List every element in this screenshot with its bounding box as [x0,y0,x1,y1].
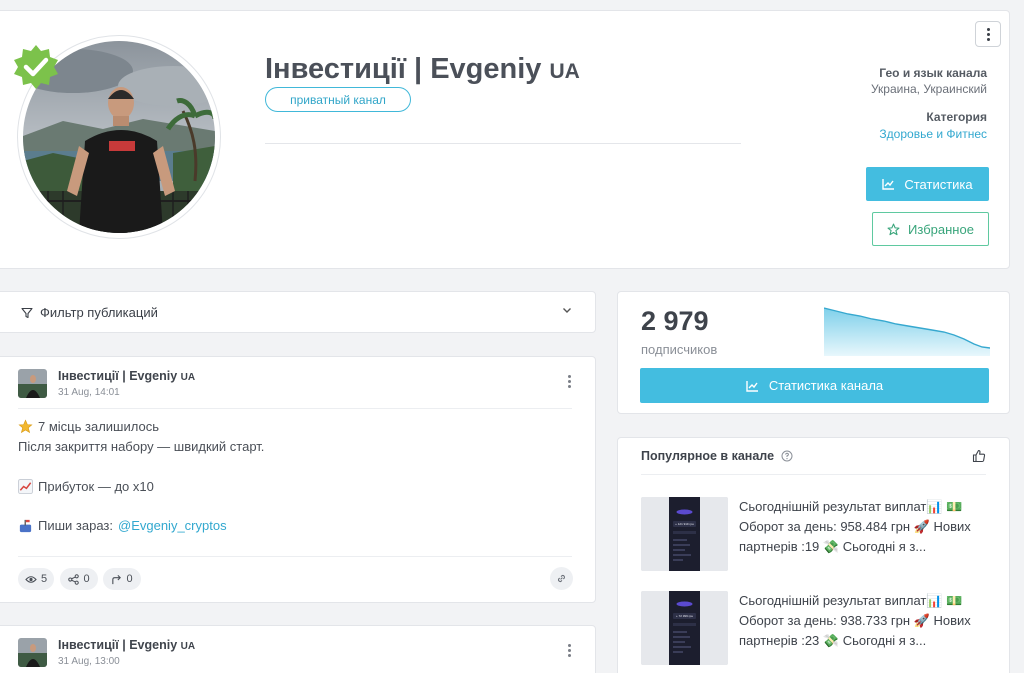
filter-icon [21,307,33,318]
popular-post-item[interactable]: + 121 919 грн Сьогоднішній результат вип… [641,497,991,571]
statistics-button-label: Статистика [904,176,973,192]
post-author-name[interactable]: Інвестиції | Evgeniy UA [58,638,195,652]
chevron-down-icon[interactable] [561,304,573,316]
popular-title: Популярное в канале [641,449,793,463]
channel-title-suffix: UA [549,60,580,83]
channel-statistics-button[interactable]: Статистика канала [640,368,989,403]
statistics-button[interactable]: Статистика [866,167,989,201]
post-card: Інвестиції | Evgeniy UA 31 Aug, 13:00 [0,625,596,673]
subscriber-count: 2 979 [641,306,709,336]
copy-link-button[interactable] [550,567,573,590]
category-label: Категория [926,110,987,124]
divider [641,474,986,475]
popular-post-text: Сьогоднішній результат виплат📊 💵 Оборот … [739,499,971,554]
verified-badge-icon [12,43,60,91]
star-icon [887,223,900,235]
post-author-suffix: UA [180,641,196,652]
share-icon [68,573,80,585]
popular-post-thumbnail: + 72 399 грн [641,591,728,665]
channel-menu-button[interactable] [975,21,1001,47]
chart-increasing-emoji-icon [18,479,33,494]
channel-header-card: Інвестиції | Evgeniy UA приватный канал … [0,10,1010,269]
channel-statistics-label: Статистика канала [768,378,884,393]
forwards-count[interactable]: 0 [103,568,141,590]
channel-title: Інвестиції | Evgeniy UA [265,53,580,85]
line-chart-icon [882,179,895,190]
post-date: 31 Aug, 13:00 [58,656,120,667]
thumbnail-amount: + 72 399 грн [675,614,693,618]
link-icon [557,574,566,583]
favorite-button-label: Избранное [908,221,974,237]
post-line: Після закриття набору — швидкий старт. [18,439,265,454]
thumbnail-amount: + 121 919 грн [675,522,694,526]
post-date: 31 Aug, 14:01 [58,387,120,398]
private-channel-badge: приватный канал [265,87,411,112]
subscribers-card: 2 979 подписчиков Статистика канала [617,291,1010,414]
post-author-avatar [18,369,47,398]
divider [265,143,741,144]
popular-post-item[interactable]: + 72 399 грн Сьогоднішній результат випл… [641,591,991,665]
post-author-name[interactable]: Інвестиції | Evgeniy UA [58,369,195,383]
post-author-suffix: UA [180,372,196,383]
favorite-button[interactable]: Избранное [872,212,989,246]
eye-icon [25,575,37,583]
post-mention-link[interactable]: @Evgeniy_cryptos [118,518,227,533]
post-card: Інвестиції | Evgeniy UA 31 Aug, 14:01 7 … [0,356,596,603]
filter-toggle[interactable]: Фильтр публикаций [21,305,158,320]
mailbox-emoji-icon [19,519,32,533]
popular-post-thumbnail: + 121 919 грн [641,497,728,571]
subscriber-sparkline [824,307,990,356]
line-chart-icon [746,380,758,392]
thumbs-up-icon[interactable] [972,449,986,463]
post-line: 7 місць залишилось [18,419,159,434]
shares-count[interactable]: 0 [60,568,98,590]
post-menu-icon[interactable] [568,644,571,657]
category-link[interactable]: Здоровье и Фитнес [879,127,987,141]
post-menu-icon[interactable] [568,375,571,388]
geo-value: Украина, Украинский [870,82,987,96]
popular-posts-card: Популярное в канале + 121 919 грн Сьогод… [617,437,1010,673]
more-vertical-icon [986,27,990,41]
star-emoji-icon [18,419,33,434]
forward-arrow-icon [112,574,122,584]
post-author-avatar [18,638,47,667]
divider [18,556,572,557]
post-line: Пиши зараз: @Evgeniy_cryptos [18,518,227,533]
publication-filter[interactable]: Фильтр публикаций [0,291,596,333]
post-line: Прибуток — до x10 [18,479,154,494]
popular-post-text: Сьогоднішній результат виплат📊 💵 Оборот … [739,593,971,648]
subscriber-label: подписчиков [641,342,718,357]
divider [18,408,572,409]
geo-label: Гео и язык канала [879,66,987,80]
filter-label: Фильтр публикаций [40,305,158,320]
help-icon[interactable] [781,450,793,462]
views-count: 5 [18,568,54,590]
